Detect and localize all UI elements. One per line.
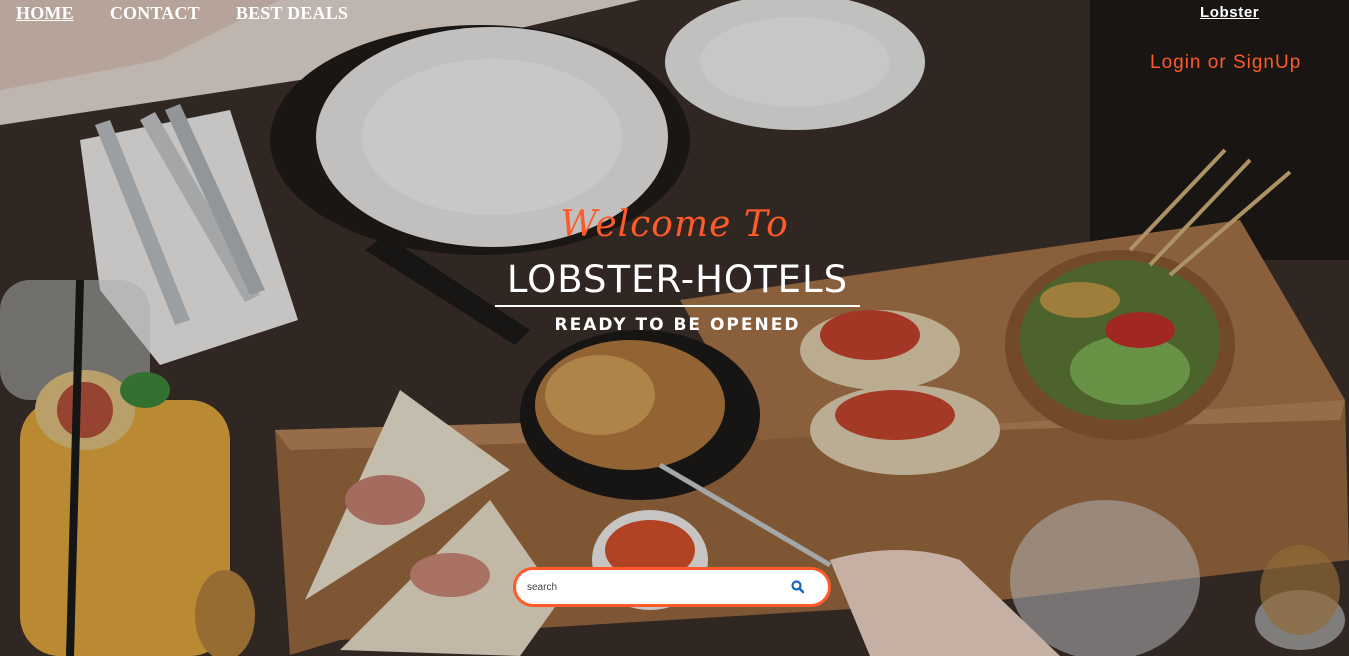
nav-best-deals-link[interactable]: BEST DEALS (236, 3, 348, 24)
main-nav: HOME CONTACT BEST DEALS (16, 3, 348, 24)
search-input[interactable] (525, 580, 779, 594)
search-bar (513, 567, 831, 607)
page-subtitle: READY TO BE OPENED (554, 315, 801, 335)
hero-section: HOME CONTACT BEST DEALS Lobster Login or… (0, 0, 1349, 656)
nav-contact-link[interactable]: CONTACT (110, 3, 200, 24)
login-signup-link[interactable]: Login or SignUp (1150, 52, 1301, 74)
welcome-heading: Welcome To (560, 204, 789, 245)
search-icon[interactable] (790, 579, 806, 595)
nav-home-link[interactable]: HOME (16, 3, 74, 24)
page-title: LOBSTER-HOTELS (495, 258, 860, 307)
brand-link[interactable]: Lobster (1200, 4, 1259, 21)
